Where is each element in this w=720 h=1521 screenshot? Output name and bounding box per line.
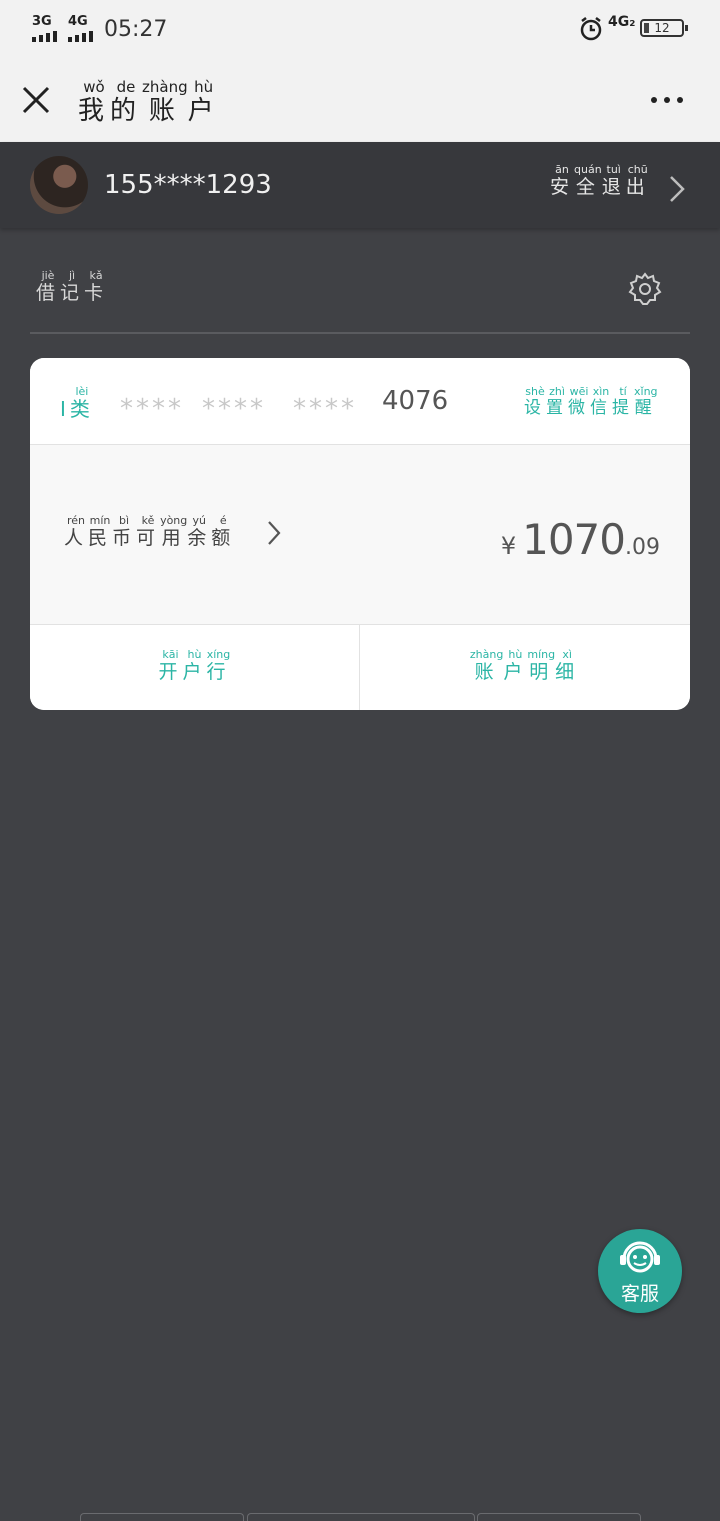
title-char: 户hù bbox=[187, 78, 220, 126]
balance-decimal: .09 bbox=[625, 535, 660, 560]
battery-icon: 12 bbox=[640, 19, 688, 37]
alarm-icon bbox=[580, 17, 602, 41]
sim1-label: 3G bbox=[32, 14, 52, 29]
currency-symbol: ¥ bbox=[500, 532, 517, 560]
card-actions: 开kāi户hù行xíng 账zhàng户hù明míng细xì bbox=[30, 625, 690, 710]
clock: 05:27 bbox=[104, 17, 168, 42]
logout-button[interactable]: 安ān全quán退tuì出chū bbox=[550, 163, 650, 199]
title-char: 账zhàng bbox=[142, 78, 188, 126]
chevron-right-icon[interactable] bbox=[266, 519, 282, 547]
more-icon[interactable] bbox=[650, 94, 684, 106]
opening-bank-button[interactable]: 开kāi户hù行xíng bbox=[30, 625, 359, 710]
available-balance: ¥1070.09 bbox=[501, 515, 660, 564]
account-class: I类lèi bbox=[60, 385, 94, 421]
avatar[interactable] bbox=[30, 156, 88, 214]
title-char: 的de bbox=[110, 78, 143, 126]
chevron-right-icon[interactable] bbox=[668, 174, 686, 204]
phone-number: 155****1293 bbox=[104, 170, 272, 200]
balance-row[interactable]: 人rén民mín币bì可kě用yòng余yú额é ¥1070.09 bbox=[30, 445, 690, 625]
card-last4: 4076 bbox=[382, 386, 449, 416]
debit-card: I类lèi **** **** **** 4076 设shè置zhì微wēi信x… bbox=[30, 358, 690, 710]
signal-sim2: 4G bbox=[68, 14, 93, 42]
headset-icon bbox=[620, 1241, 660, 1273]
customer-service-label: 客服 bbox=[620, 1283, 659, 1305]
gear-icon[interactable] bbox=[628, 272, 662, 306]
customer-service-button[interactable]: 客服 bbox=[598, 1229, 682, 1313]
card-number-row: I类lèi **** **** **** 4076 设shè置zhì微wēi信x… bbox=[30, 358, 690, 445]
title-char: 我wǒ bbox=[78, 78, 111, 126]
sim2-label: 4G bbox=[68, 14, 88, 29]
close-icon[interactable] bbox=[20, 84, 52, 116]
network-indicator: 4G₂ bbox=[608, 14, 636, 30]
balance-label: 人rén民mín币bì可kě用yòng余yú额é bbox=[64, 514, 236, 549]
signal-sim1: 3G bbox=[32, 14, 57, 42]
masked-digits: **** bbox=[293, 394, 357, 424]
account-bar: 155****1293 安ān全quán退tuì出chū bbox=[0, 142, 720, 228]
divider bbox=[30, 332, 690, 334]
page-title: 我wǒ的de账zhàng户hù bbox=[78, 78, 220, 127]
balance-integer: 1070 bbox=[522, 515, 626, 564]
masked-digits: **** bbox=[202, 394, 266, 424]
wechat-remind-button[interactable]: 设shè置zhì微wēi信xìn提tí醒xǐng bbox=[524, 385, 658, 418]
account-detail-button[interactable]: 账zhàng户hù明míng细xì bbox=[360, 625, 689, 710]
card-type-label: 借jiè记jì卡kǎ bbox=[36, 269, 109, 304]
masked-digits: **** bbox=[120, 394, 184, 424]
battery-level: 12 bbox=[654, 21, 670, 35]
title-bar: 我wǒ的de账zhàng户hù bbox=[0, 60, 720, 142]
status-bar: 3G 4G 05:27 4G₂ 12 bbox=[0, 0, 720, 60]
